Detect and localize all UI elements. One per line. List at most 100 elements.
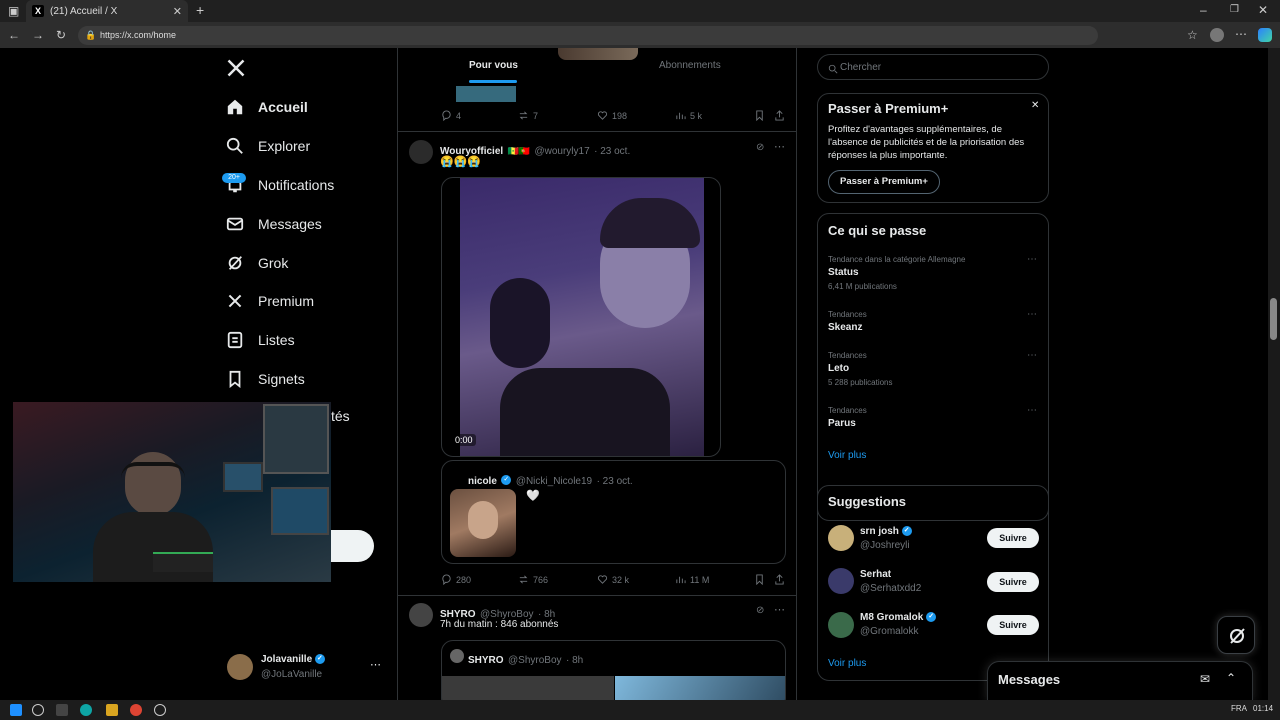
x-logo-icon[interactable] — [226, 58, 248, 80]
profile-avatar[interactable] — [227, 654, 253, 680]
grok-icon[interactable]: ⊘ — [756, 142, 764, 153]
browser-tab[interactable]: X (21) Accueil / X ✕ — [26, 0, 188, 22]
nav-lists[interactable]: Listes — [226, 325, 295, 355]
repost-count[interactable]: 766 — [518, 574, 548, 585]
like-count[interactable]: 198 — [597, 110, 627, 121]
scrollbar-thumb[interactable] — [1270, 298, 1277, 340]
language-indicator[interactable]: FRA — [1231, 704, 1247, 713]
follow-button[interactable]: Suivre — [987, 528, 1039, 548]
new-tab-icon[interactable]: + — [196, 3, 204, 17]
window-close-icon[interactable]: ✕ — [1258, 4, 1268, 16]
trend-more-icon[interactable]: ⋯ — [1027, 405, 1037, 416]
trend-title[interactable]: Skeanz — [828, 322, 862, 333]
new-message-icon[interactable]: ✉ — [1200, 672, 1210, 686]
trend-title[interactable]: Status — [828, 267, 859, 278]
nav-messages[interactable]: Messages — [226, 209, 322, 239]
tweet-more-icon[interactable]: ⋯ — [774, 603, 785, 616]
chrome-icon[interactable] — [130, 704, 142, 716]
messages-drawer[interactable]: Messages ✉ ⌃ — [987, 661, 1253, 700]
minimize-icon[interactable]: – — [1200, 4, 1207, 16]
windows-taskbar: FRA 01:14 — [0, 700, 1280, 720]
suggestion-avatar[interactable] — [828, 568, 854, 594]
forward-icon[interactable]: → — [32, 29, 44, 41]
trend-more-icon[interactable]: ⋯ — [1027, 309, 1037, 320]
suggestion-name[interactable]: srn josh ✓ — [860, 526, 912, 537]
trend-more-icon[interactable]: ⋯ — [1027, 254, 1037, 265]
nav-bookmarks[interactable]: Signets — [226, 364, 305, 394]
suggestion-name[interactable]: M8 Gromalok ✓ — [860, 612, 937, 623]
view-count[interactable]: 5 k — [675, 110, 702, 121]
post-button-partial[interactable] — [331, 530, 374, 562]
heart-icon — [597, 575, 608, 584]
expand-icon[interactable]: ⌃ — [1226, 671, 1236, 685]
quote-image[interactable] — [450, 489, 516, 557]
grok-icon[interactable]: ⊘ — [756, 605, 764, 616]
tweet-author-handle[interactable]: @wouryly17 — [534, 146, 589, 157]
repost-count[interactable]: 7 — [518, 110, 538, 121]
tweet-avatar[interactable] — [409, 140, 433, 164]
trend-title[interactable]: Leto — [828, 363, 849, 374]
quoted-tweet[interactable]: SHYRO @ShyroBoy · 8h — [441, 640, 786, 700]
trend-more-icon[interactable]: ⋯ — [1027, 350, 1037, 361]
premium-button[interactable]: Passer à Premium+ — [828, 170, 940, 194]
bookmark-action[interactable] — [754, 110, 765, 121]
grok-floating-button[interactable] — [1217, 616, 1255, 654]
reply-icon — [442, 574, 451, 585]
tab-for-you[interactable]: Pour vous — [469, 60, 518, 71]
profile-more-icon[interactable]: ⋯ — [370, 658, 381, 671]
profile-avatar-icon[interactable] — [1210, 28, 1224, 42]
suggestion-name[interactable]: Serhat — [860, 569, 891, 580]
nav-premium[interactable]: Premium — [226, 286, 314, 316]
share-action[interactable] — [774, 574, 785, 585]
refresh-icon[interactable]: ↻ — [56, 29, 66, 41]
suggestion-avatar[interactable] — [828, 525, 854, 551]
more-menu-icon[interactable]: ⋯ — [1235, 28, 1247, 40]
nav-partial-label: tés — [331, 408, 350, 424]
quote-text: 🤍 — [526, 490, 540, 502]
search-icon[interactable] — [32, 704, 44, 716]
suggestions-show-more[interactable]: Voir plus — [828, 658, 866, 669]
tweet-date[interactable]: · 23 oct. — [594, 146, 630, 157]
nav-explore[interactable]: Explorer — [226, 131, 310, 161]
close-icon[interactable]: ✕ — [1031, 100, 1039, 111]
keyboard-shape — [153, 552, 213, 572]
nav-grok[interactable]: Grok — [226, 248, 288, 278]
tweet-video[interactable]: 0:00 — [441, 177, 721, 457]
clock[interactable]: 01:14 — [1253, 704, 1273, 713]
page-scrollbar[interactable] — [1268, 48, 1280, 700]
tweet-avatar[interactable] — [409, 603, 433, 627]
task-view-icon[interactable] — [56, 704, 68, 716]
app-icon[interactable] — [154, 704, 166, 716]
profile-name[interactable]: Jolavanille ✓ — [261, 654, 325, 665]
suggestion-avatar[interactable] — [828, 612, 854, 638]
reply-count[interactable]: 4 — [441, 110, 461, 121]
follow-button[interactable]: Suivre — [987, 615, 1039, 635]
trends-show-more[interactable]: Voir plus — [828, 450, 866, 461]
follow-button[interactable]: Suivre — [987, 572, 1039, 592]
view-count[interactable]: 11 M — [675, 574, 709, 585]
quoted-tweet[interactable]: nicole ✓ @Nicki_Nicole19 · 23 oct. 🤍 — [441, 460, 786, 564]
search-box[interactable]: Chercher — [817, 54, 1049, 80]
address-bar[interactable]: 🔒 https://x.com/home — [78, 26, 1098, 45]
maximize-icon[interactable]: ❐ — [1230, 4, 1239, 16]
windows-start-icon[interactable] — [10, 704, 22, 716]
nav-label: Premium — [258, 293, 315, 309]
back-icon[interactable]: ← — [8, 29, 20, 41]
nav-home[interactable]: Accueil — [226, 92, 308, 122]
tweet-more-icon[interactable]: ⋯ — [774, 140, 785, 153]
share-action[interactable] — [774, 110, 785, 121]
copilot-icon[interactable] — [1258, 28, 1272, 42]
quote-image[interactable] — [615, 676, 785, 700]
bookmark-action[interactable] — [754, 574, 765, 585]
reply-count[interactable]: 280 — [441, 574, 471, 585]
file-explorer-icon[interactable] — [106, 704, 118, 716]
video-person-shape — [490, 278, 550, 368]
sidebar-toggle-icon[interactable]: ▣ — [8, 5, 19, 17]
close-tab-icon[interactable]: ✕ — [173, 5, 182, 18]
like-count[interactable]: 32 k — [597, 574, 629, 585]
trend-title[interactable]: Parus — [828, 418, 856, 429]
tab-following[interactable]: Abonnements — [659, 60, 721, 71]
quote-image[interactable] — [442, 676, 614, 700]
favorites-icon[interactable]: ☆ — [1187, 29, 1198, 41]
edge-icon[interactable] — [80, 704, 92, 716]
